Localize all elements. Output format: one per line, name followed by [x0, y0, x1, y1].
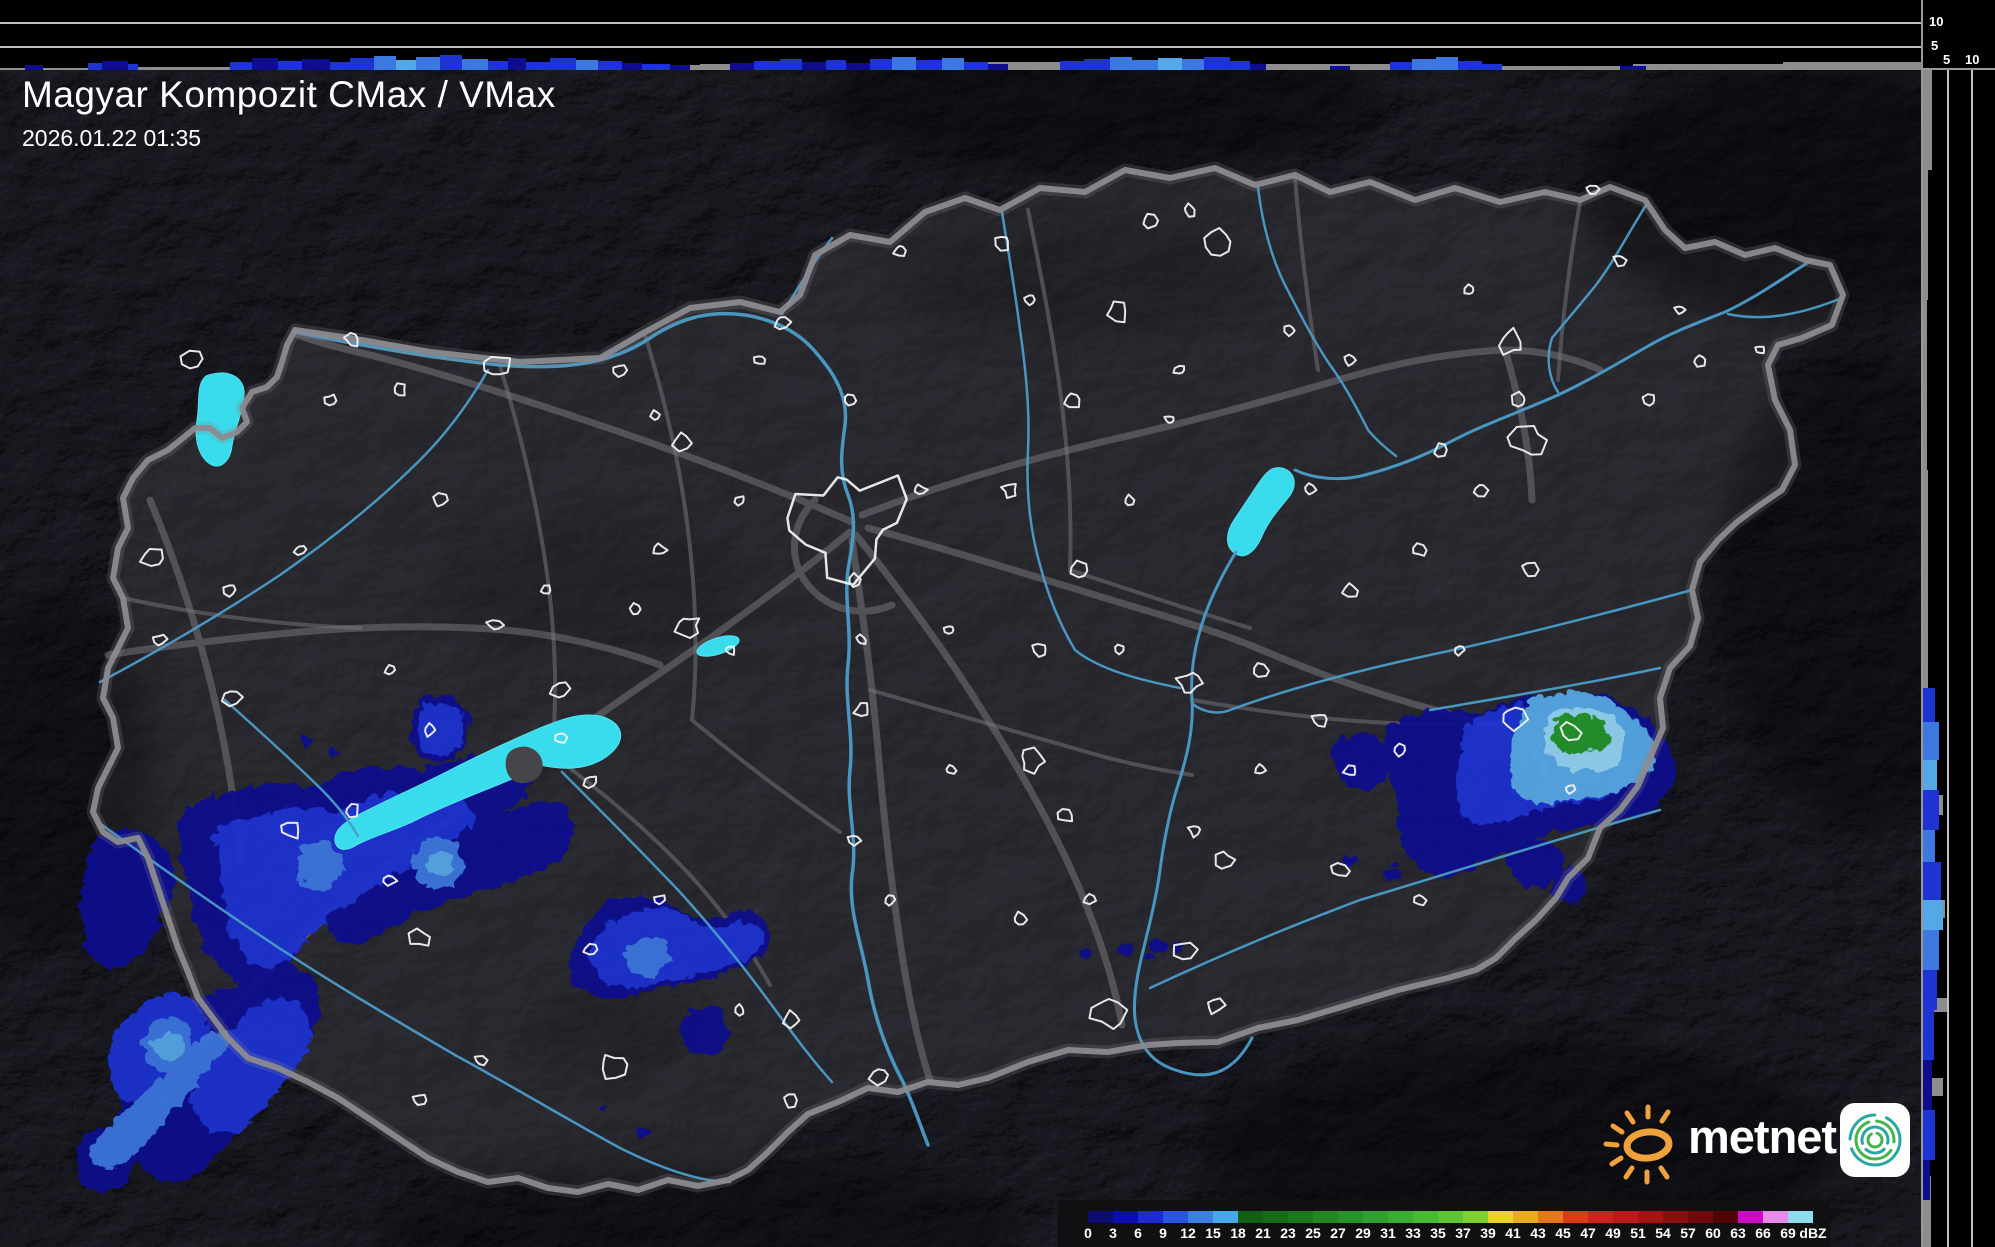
svg-text:37: 37: [1455, 1225, 1471, 1241]
map-canvas: [0, 70, 1921, 1247]
svg-text:45: 45: [1555, 1225, 1571, 1241]
svg-text:27: 27: [1330, 1225, 1346, 1241]
svg-text:23: 23: [1280, 1225, 1296, 1241]
title-block: Magyar Kompozit CMax / VMax 2026.01.22 0…: [22, 74, 556, 152]
svg-text:3: 3: [1109, 1225, 1117, 1241]
svg-text:60: 60: [1705, 1225, 1721, 1241]
svg-text:41: 41: [1505, 1225, 1521, 1241]
radar-viewer: 10 5 5 10 Magyar Kompozit CMax / VMax 20…: [0, 0, 1995, 1247]
top-echo-profile: [25, 55, 1646, 70]
svg-text:31: 31: [1380, 1225, 1396, 1241]
svg-text:66: 66: [1755, 1225, 1771, 1241]
right-profile-strip: [1921, 70, 1995, 1247]
svg-text:12: 12: [1180, 1225, 1196, 1241]
svg-text:25: 25: [1305, 1225, 1321, 1241]
svg-text:57: 57: [1680, 1225, 1696, 1241]
svg-text:18: 18: [1230, 1225, 1246, 1241]
profile-corner-panel: 10 5 5 10: [1921, 0, 1995, 70]
page-title: Magyar Kompozit CMax / VMax: [22, 74, 556, 115]
svg-text:0: 0: [1084, 1225, 1092, 1241]
svg-text:dBZ: dBZ: [1799, 1225, 1827, 1241]
right-axis-label-5: 5: [1943, 52, 1951, 67]
logo-wordmark: metnet: [1688, 1110, 1837, 1163]
right-echo-profile: [1923, 688, 1943, 1200]
svg-text:39: 39: [1480, 1225, 1496, 1241]
svg-text:51: 51: [1630, 1225, 1646, 1241]
svg-text:63: 63: [1730, 1225, 1746, 1241]
svg-text:15: 15: [1205, 1225, 1221, 1241]
sun-icon: [1603, 1104, 1673, 1185]
top-axis-label-10: 10: [1929, 14, 1944, 29]
svg-text:6: 6: [1134, 1225, 1142, 1241]
svg-text:47: 47: [1580, 1225, 1596, 1241]
dbz-colorbar: 0 3 6 9 12 15 18 21 23 25 27 29 31 33 35 37 39 41 43 45 47 49…: [1058, 1200, 1830, 1247]
svg-text:29: 29: [1355, 1225, 1371, 1241]
metnet-app-icon: [1840, 1103, 1910, 1177]
svg-text:9: 9: [1159, 1225, 1167, 1241]
hungary-radar-map: [0, 70, 1921, 1247]
metnet-logo: metnet: [1600, 1093, 1920, 1185]
svg-text:54: 54: [1655, 1225, 1671, 1241]
svg-text:69: 69: [1780, 1225, 1796, 1241]
colorbar-scale: 0 3 6 9 12 15 18 21 23 25 27 29 31 33 35 37 39 41 43 45 47 49…: [1084, 1211, 1827, 1241]
top-axis-label-5: 5: [1931, 38, 1939, 53]
svg-text:43: 43: [1530, 1225, 1546, 1241]
svg-text:33: 33: [1405, 1225, 1421, 1241]
top-profile-strip: [0, 0, 1921, 70]
svg-text:21: 21: [1255, 1225, 1271, 1241]
svg-text:49: 49: [1605, 1225, 1621, 1241]
right-axis-label-10: 10: [1965, 52, 1980, 67]
timestamp: 2026.01.22 01:35: [22, 125, 202, 151]
svg-text:35: 35: [1430, 1225, 1446, 1241]
